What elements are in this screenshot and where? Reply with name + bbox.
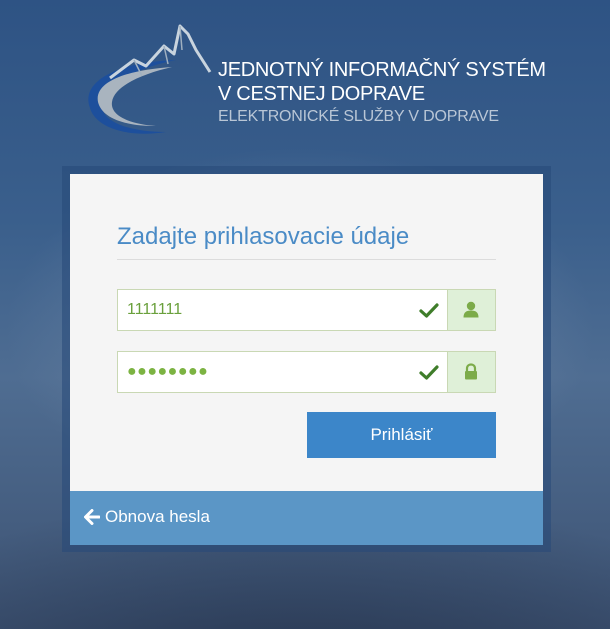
arrow-left-icon [84,509,100,525]
password-reset-link[interactable]: Obnova hesla [84,507,210,527]
password-input[interactable] [118,352,417,392]
logo-text: JEDNOTNÝ INFORMAČNÝ SYSTÉM V CESTNEJ DOP… [218,58,546,127]
username-addon [447,290,495,330]
login-title: Zadajte prihlasovacie údaje [117,223,410,250]
user-icon [463,301,479,318]
username-input[interactable] [118,290,417,330]
username-field-group [117,289,496,331]
checkmark-icon [419,303,439,318]
logo-title-line1: JEDNOTNÝ INFORMAČNÝ SYSTÉM [218,59,546,81]
password-field-group: ●●●●●●●● [117,351,496,393]
mountain-logo-icon [88,24,212,134]
logo-title-line2: V CESTNEJ DOPRAVE [218,83,425,105]
panel-footer: Obnova hesla [70,491,543,545]
login-panel: Zadajte prihlasovacie údaje ●●●●●●●● Pri… [70,174,543,545]
logo-subtitle: ELEKTRONICKÉ SLUŽBY V DOPRAVE [218,108,499,125]
logo: JEDNOTNÝ INFORMAČNÝ SYSTÉM V CESTNEJ DOP… [76,20,546,140]
title-divider [117,259,496,260]
login-button[interactable]: Prihlásiť [307,412,496,458]
password-reset-label: Obnova hesla [105,507,210,526]
lock-icon [465,363,477,380]
checkmark-icon [419,365,439,380]
password-addon [447,352,495,392]
